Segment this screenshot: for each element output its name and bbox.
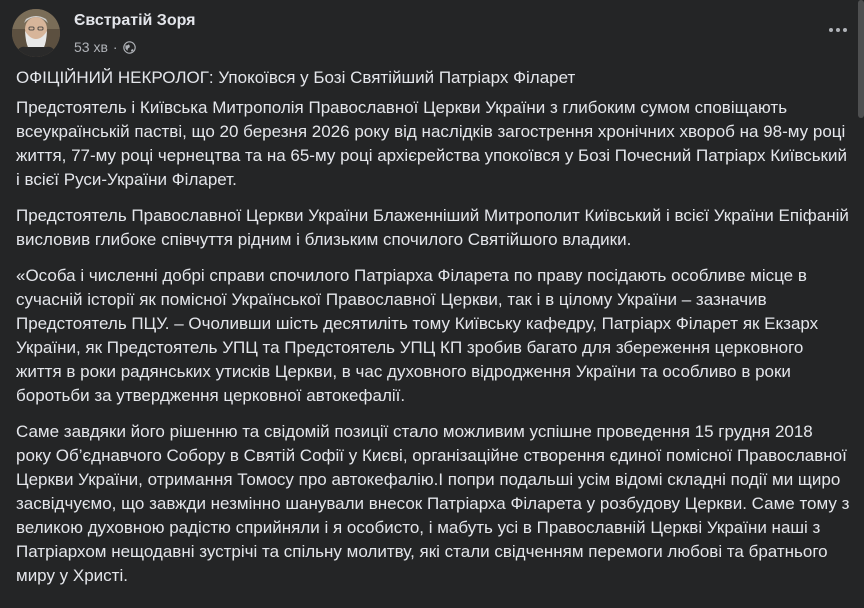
post-meta: 53 хв · [74,39,195,55]
post-body: ОФІЦІЙНИЙ НЕКРОЛОГ: Упокоївся у Бозі Свя… [16,66,852,600]
post-paragraph: Саме завдяки його рішенню та свідомій по… [16,422,850,585]
post-header: Євстратій Зоря 53 хв · [12,9,195,61]
author-block: Євстратій Зоря 53 хв · [74,11,195,55]
author-name[interactable]: Євстратій Зоря [74,11,195,31]
author-avatar[interactable] [12,9,60,57]
post-timestamp[interactable]: 53 хв [74,39,108,55]
more-options-icon[interactable] [824,16,852,44]
post-paragraph: «Особа і численні добрі справи спочилого… [16,266,819,405]
post-paragraph: Предстоятель Православної Церкви України… [16,206,849,249]
facebook-post: Євстратій Зоря 53 хв · ОФІЦІЙНИЙ НЕКРОЛО… [0,0,864,608]
avatar-portrait [12,9,60,57]
scrollbar-thumb[interactable] [858,0,864,118]
globe-icon[interactable] [122,40,136,54]
meta-separator: · [112,39,118,55]
post-paragraph: Предстоятель і Київська Митрополія Право… [16,98,847,189]
post-headline: ОФІЦІЙНИЙ НЕКРОЛОГ: Упокоївся у Бозі Свя… [16,68,576,87]
